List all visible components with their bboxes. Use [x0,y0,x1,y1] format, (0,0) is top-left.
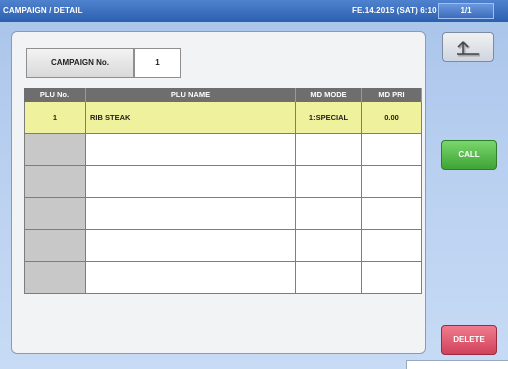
plu-name-cell[interactable] [86,198,296,230]
md-price-cell[interactable] [362,134,422,166]
column-header-plu-name: PLU NAME [86,88,296,102]
table-row[interactable] [24,134,422,166]
plu-no-cell[interactable] [24,198,86,230]
plu-no-cell[interactable] [24,134,86,166]
plu-no-cell[interactable] [24,262,86,294]
table-row[interactable] [24,198,422,230]
delete-button[interactable]: DELETE [441,325,497,355]
md-mode-cell[interactable] [296,230,362,262]
md-price-cell[interactable]: 0.00 [362,102,422,134]
plu-no-cell[interactable] [24,166,86,198]
back-button[interactable] [442,32,494,62]
md-mode-cell[interactable] [296,134,362,166]
plu-name-cell[interactable] [86,262,296,294]
date-time: FE.14.2015 (SAT) 6:10 [352,6,437,15]
plu-no-cell[interactable]: 1 [24,102,86,134]
md-price-cell[interactable] [362,166,422,198]
md-mode-cell[interactable] [296,262,362,294]
md-price-cell[interactable] [362,198,422,230]
table-row[interactable] [24,262,422,294]
plu-table: PLU No. PLU NAME MD MODE MD PRI 1 RIB ST… [24,88,422,294]
table-header: PLU No. PLU NAME MD MODE MD PRI [24,88,422,102]
page-indicator[interactable]: 1/1 [438,3,494,19]
plu-name-cell[interactable]: RIB STEAK [86,102,296,134]
plu-name-cell[interactable] [86,134,296,166]
md-price-cell[interactable] [362,230,422,262]
return-arrow-icon [457,41,480,57]
header-bar: CAMPAIGN / DETAIL FE.14.2015 (SAT) 6:10 … [0,0,508,22]
column-header-md-mode: MD MODE [296,88,362,102]
plu-name-cell[interactable] [86,166,296,198]
column-header-plu-no: PLU No. [24,88,86,102]
screen: CAMPAIGN / DETAIL FE.14.2015 (SAT) 6:10 … [0,0,508,369]
plu-no-cell[interactable] [24,230,86,262]
md-mode-cell[interactable]: 1:SPECIAL [296,102,362,134]
md-mode-cell[interactable] [296,166,362,198]
campaign-number-label: CAMPAIGN No. [26,48,134,78]
call-button[interactable]: CALL [441,140,497,170]
status-strip [406,360,508,369]
table-row[interactable]: 1 RIB STEAK 1:SPECIAL 0.00 [24,102,422,134]
table-row[interactable] [24,230,422,262]
screen-title: CAMPAIGN / DETAIL [3,6,83,15]
table-row[interactable] [24,166,422,198]
column-header-md-pri: MD PRI [362,88,422,102]
md-mode-cell[interactable] [296,198,362,230]
campaign-number-field[interactable]: 1 [134,48,181,78]
plu-name-cell[interactable] [86,230,296,262]
md-price-cell[interactable] [362,262,422,294]
